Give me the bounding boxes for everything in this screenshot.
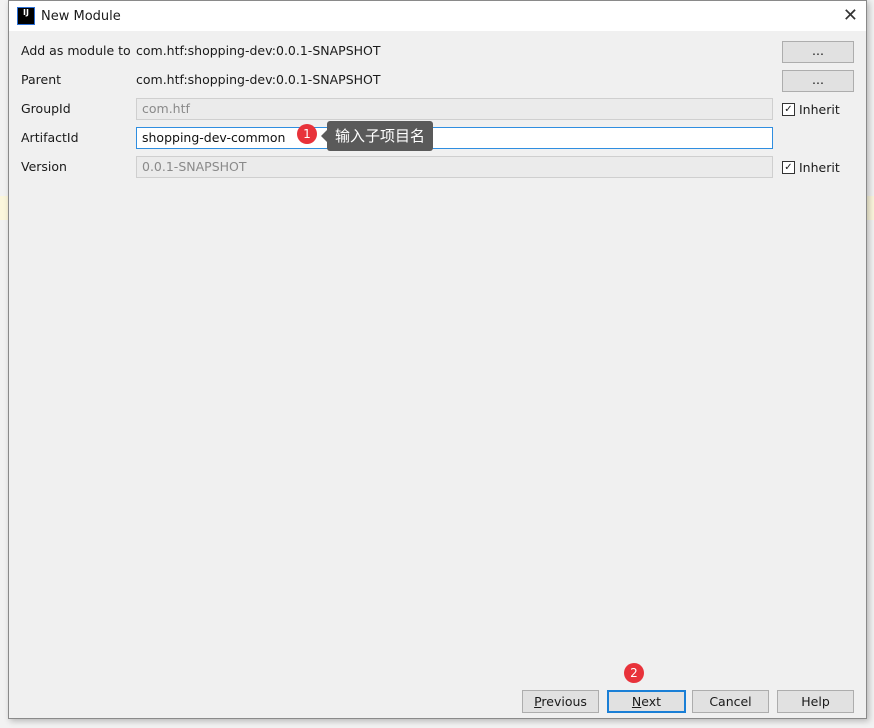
artifactid-field[interactable]: shopping-dev-common xyxy=(136,127,773,149)
help-button[interactable]: Help xyxy=(777,690,854,713)
inherit-label: Inherit xyxy=(799,102,840,117)
cancel-button[interactable]: Cancel xyxy=(692,690,769,713)
intellij-logo-icon: IJ xyxy=(17,7,35,25)
next-button[interactable]: Next xyxy=(607,690,686,713)
artifactid-label: ArtifactId xyxy=(21,130,79,145)
title-bar: IJ New Module ✕ xyxy=(9,1,866,31)
version-inherit-checkbox[interactable]: ✓ Inherit xyxy=(782,160,840,175)
annotation-tooltip: 输入子项目名 xyxy=(320,121,434,151)
close-icon[interactable]: ✕ xyxy=(843,5,858,26)
next-mnemonic: N xyxy=(631,694,642,709)
dialog-title: New Module xyxy=(41,8,121,24)
checkmark-icon: ✓ xyxy=(782,103,795,116)
next-label: ext xyxy=(641,694,662,709)
parent-browse-button[interactable]: ... xyxy=(782,70,854,92)
checkmark-icon: ✓ xyxy=(782,161,795,174)
parent-label: Parent xyxy=(21,72,62,87)
version-field[interactable]: 0.0.1-SNAPSHOT xyxy=(136,156,773,178)
add-as-module-browse-button[interactable]: ... xyxy=(782,41,854,63)
add-as-module-value: com.htf:shopping-dev:0.0.1-SNAPSHOT xyxy=(136,43,381,58)
inherit-label: Inherit xyxy=(799,160,840,175)
new-module-dialog: IJ New Module ✕ Add as module to com.htf… xyxy=(8,0,867,719)
version-label: Version xyxy=(21,159,67,174)
groupid-field[interactable]: com.htf xyxy=(136,98,773,120)
previous-button[interactable]: Previous xyxy=(522,690,599,713)
groupid-label: GroupId xyxy=(21,101,71,116)
add-as-module-label: Add as module to xyxy=(21,43,131,58)
annotation-badge-1: 1 xyxy=(297,124,317,144)
groupid-inherit-checkbox[interactable]: ✓ Inherit xyxy=(782,102,840,117)
parent-value: com.htf:shopping-dev:0.0.1-SNAPSHOT xyxy=(136,72,381,87)
previous-label: revious xyxy=(541,694,587,709)
annotation-badge-2: 2 xyxy=(624,663,644,683)
